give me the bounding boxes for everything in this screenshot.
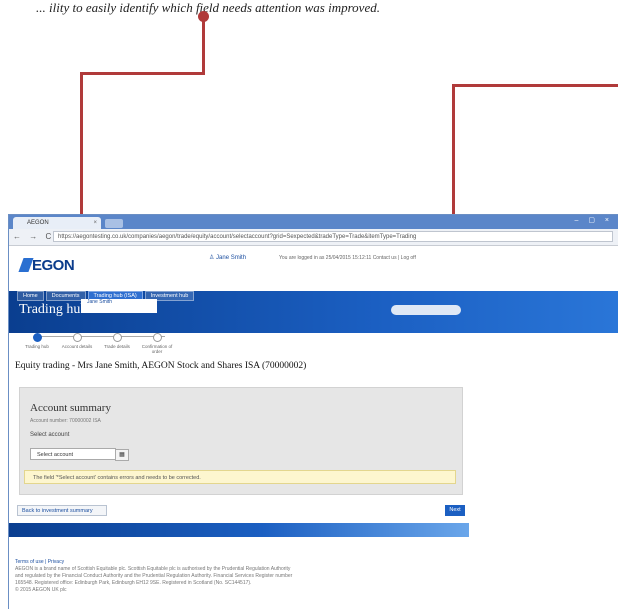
step-4: Confirmation of order: [137, 333, 177, 354]
page-heading: Equity trading - Mrs Jane Smith, AEGON S…: [15, 361, 307, 371]
select-account-label: Select account: [30, 432, 70, 438]
step-3: Trade details: [97, 333, 137, 349]
step-marker-icon: [72, 333, 82, 342]
step-1: Trading hub: [17, 333, 57, 349]
tab-title: AEGON: [27, 220, 49, 226]
footer-banner: [9, 523, 469, 537]
footer-links[interactable]: Terms of use | Privacy: [15, 559, 465, 566]
step-marker-icon: [152, 333, 162, 342]
caption-text: ... ility to easily identify which field…: [36, 0, 380, 15]
calendar-icon[interactable]: ▦: [115, 449, 129, 461]
nav-tab-home[interactable]: Home: [17, 291, 44, 301]
select-account-dropdown[interactable]: Select account ▦: [30, 448, 129, 461]
footer-line: © 2015 AEGON UK plc: [15, 587, 67, 593]
browser-window: AEGON × – ▢ × ← → C https://aegontesting…: [8, 214, 618, 609]
aegon-logo[interactable]: EGON: [18, 257, 79, 275]
browser-tab[interactable]: AEGON ×: [13, 217, 101, 229]
next-button[interactable]: Next: [445, 505, 465, 516]
step-marker-icon: [112, 333, 122, 342]
browser-titlebar: AEGON × – ▢ ×: [9, 215, 618, 229]
address-bar-row: ← → C https://aegontesting.co.uk/compani…: [9, 229, 618, 246]
back-button[interactable]: Back to investment summary: [17, 505, 107, 516]
close-tab-icon[interactable]: ×: [93, 217, 97, 229]
step-marker-icon: [32, 333, 42, 342]
nav-tab-documents[interactable]: Documents: [45, 291, 86, 301]
client-chip: Jane Smith: [81, 299, 157, 313]
search-input[interactable]: [391, 305, 461, 315]
new-tab-button[interactable]: [105, 219, 123, 228]
footer-line: AEGON is a brand name of Scottish Equita…: [15, 566, 291, 572]
annotation-line: [202, 16, 205, 74]
validation-warning: The field '*Select account' contains err…: [24, 470, 456, 484]
annotation-line: [80, 72, 205, 75]
login-info[interactable]: You are logged in as 25/04/2015 15:12:11…: [279, 255, 416, 261]
url-input[interactable]: https://aegontesting.co.uk/companies/aeg…: [53, 231, 613, 242]
footer: Terms of use | Privacy AEGON is a brand …: [15, 559, 465, 594]
nav-buttons[interactable]: ← → C: [13, 232, 54, 241]
annotation-line: [452, 84, 618, 87]
step-2: Account details: [57, 333, 97, 349]
account-summary-panel: Account summary Account number: 70000002…: [19, 387, 463, 495]
footer-line: 165548. Registered office: Edinburgh Par…: [15, 580, 252, 586]
window-controls[interactable]: – ▢ ×: [575, 216, 613, 224]
panel-title: Account summary: [30, 402, 111, 414]
panel-subtitle: Account number: 70000002 ISA: [30, 418, 101, 424]
footer-line: and regulated by the Financial Conduct A…: [15, 573, 293, 579]
user-name: ♙ Jane Smith: [209, 255, 247, 261]
page-title: Trading hub: [19, 302, 88, 317]
